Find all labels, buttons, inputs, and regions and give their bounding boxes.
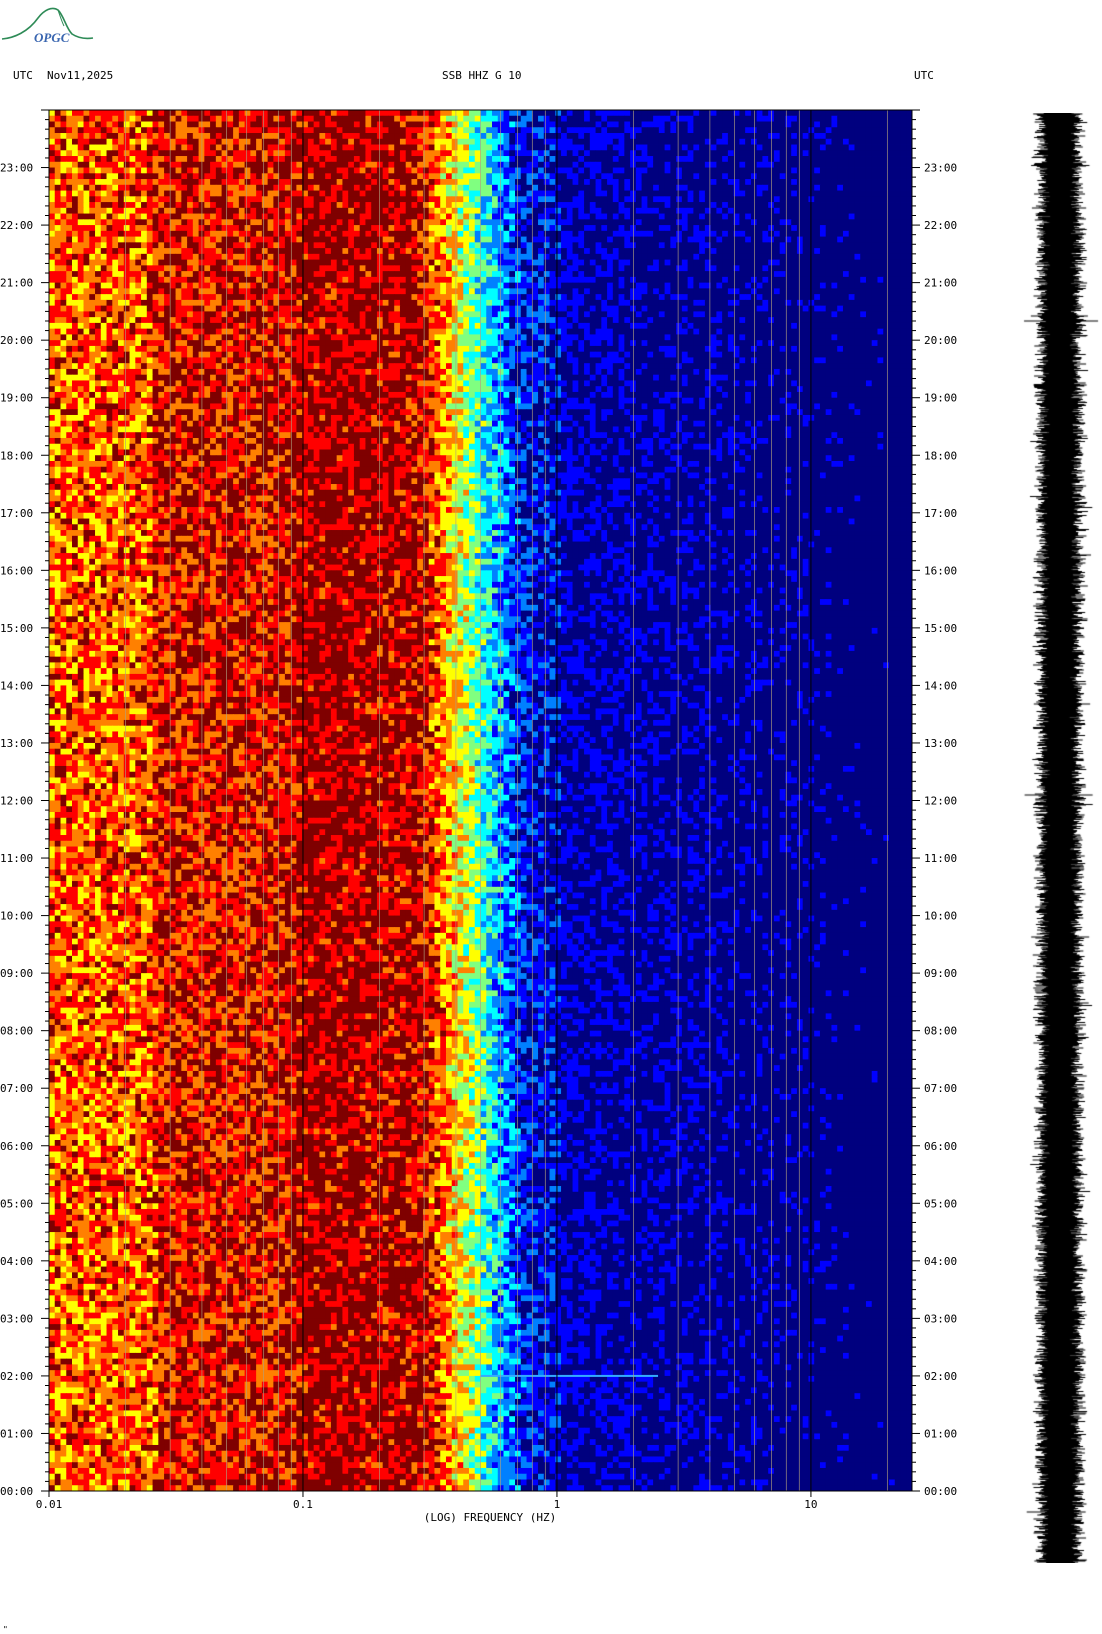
x-tick-label: 0.01 xyxy=(36,1498,63,1511)
y-tick-label-right: 16:00 xyxy=(924,564,957,577)
y-tick-label-right: 19:00 xyxy=(924,392,957,405)
y-tick-label-left: 12:00 xyxy=(0,795,33,808)
y-tick-label-right: 00:00 xyxy=(924,1485,957,1498)
y-tick-label-right: 06:00 xyxy=(924,1140,957,1153)
y-tick-label-right: 20:00 xyxy=(924,334,957,347)
y-tick-label-left: 19:00 xyxy=(0,392,33,405)
x-axis-label: (LOG) FREQUENCY (HZ) xyxy=(424,1511,556,1524)
y-tick-label-left: 01:00 xyxy=(0,1427,33,1440)
y-tick-label-left: 17:00 xyxy=(0,507,33,520)
y-tick-label-left: 08:00 xyxy=(0,1025,33,1038)
y-tick-label-left: 10:00 xyxy=(0,910,33,923)
y-tick-label-right: 22:00 xyxy=(924,219,957,232)
y-tick-label-left: 16:00 xyxy=(0,564,33,577)
y-tick-label-right: 11:00 xyxy=(924,852,957,865)
y-tick-label-right: 17:00 xyxy=(924,507,957,520)
y-tick-label-left: 20:00 xyxy=(0,334,33,347)
y-tick-label-left: 11:00 xyxy=(0,852,33,865)
y-tick-label-left: 04:00 xyxy=(0,1255,33,1268)
y-tick-label-right: 07:00 xyxy=(924,1082,957,1095)
y-tick-label-left: 05:00 xyxy=(0,1197,33,1210)
y-tick-label-left: 07:00 xyxy=(0,1082,33,1095)
y-tick-label-left: 00:00 xyxy=(0,1485,33,1498)
y-tick-label-right: 18:00 xyxy=(924,449,957,462)
event-mark xyxy=(481,1375,659,1377)
y-tick-label-right: 10:00 xyxy=(924,910,957,923)
y-tick-label-left: 02:00 xyxy=(0,1370,33,1383)
y-tick-label-left: 13:00 xyxy=(0,737,33,750)
x-tick-label: 0.1 xyxy=(293,1498,313,1511)
y-tick-label-right: 02:00 xyxy=(924,1370,957,1383)
y-tick-label-right: 09:00 xyxy=(924,967,957,980)
y-tick-label-left: 15:00 xyxy=(0,622,33,635)
y-tick-label-right: 23:00 xyxy=(924,162,957,175)
seismogram-trace xyxy=(1020,113,1100,1563)
y-tick-label-right: 12:00 xyxy=(924,795,957,808)
y-tick-label-left: 21:00 xyxy=(0,277,33,290)
y-tick-label-left: 06:00 xyxy=(0,1140,33,1153)
y-tick-label-left: 03:00 xyxy=(0,1312,33,1325)
y-tick-label-left: 22:00 xyxy=(0,219,33,232)
spectrogram-chart: 00:00 00:00 01:00 01:00 02:00 02:00 03:00 03:00… xyxy=(0,0,1102,1634)
y-tick-label-right: 13:00 xyxy=(924,737,957,750)
y-tick-label-right: 04:00 xyxy=(924,1255,957,1268)
y-tick-label-right: 08:00 xyxy=(924,1025,957,1038)
y-tick-label-left: 09:00 xyxy=(0,967,33,980)
y-tick-label-right: 15:00 xyxy=(924,622,957,635)
y-tick-label-right: 21:00 xyxy=(924,277,957,290)
y-tick-label-right: 14:00 xyxy=(924,679,957,692)
y-tick-label-left: 18:00 xyxy=(0,449,33,462)
x-tick-label: 1 xyxy=(554,1498,561,1511)
y-tick-label-left: 23:00 xyxy=(0,162,33,175)
x-tick-label: 10 xyxy=(804,1498,817,1511)
y-tick-label-left: 14:00 xyxy=(0,679,33,692)
y-tick-label-right: 03:00 xyxy=(924,1312,957,1325)
y-tick-label-right: 01:00 xyxy=(924,1427,957,1440)
y-tick-label-right: 05:00 xyxy=(924,1197,957,1210)
footnote-mark: " xyxy=(3,1625,8,1634)
